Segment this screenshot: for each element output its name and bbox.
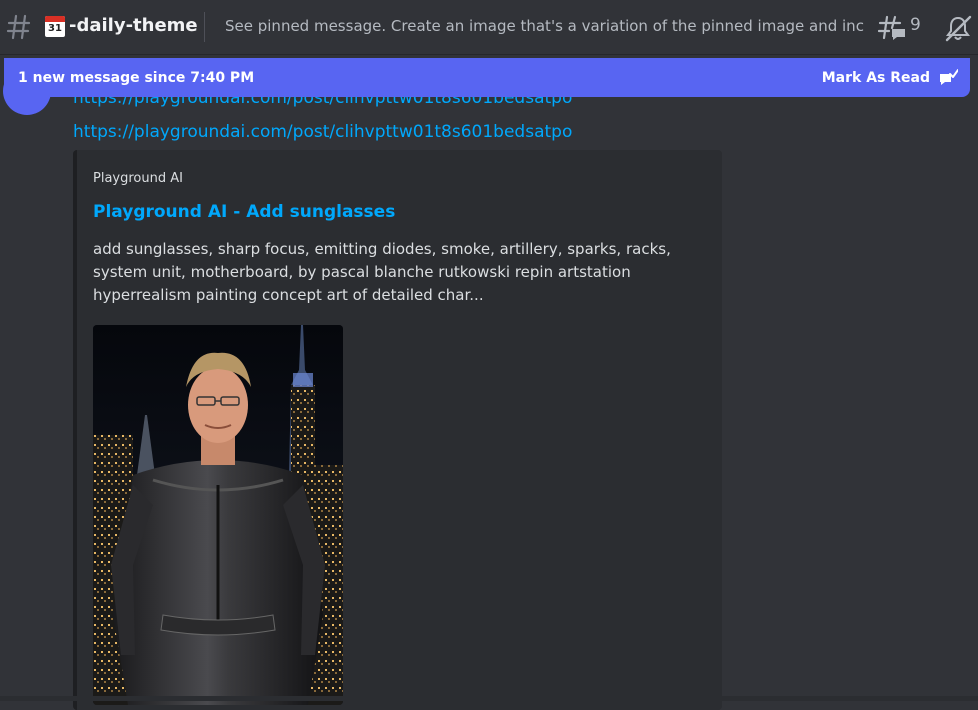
new-messages-text[interactable]: 1 new message since 7:40 PM xyxy=(18,70,254,86)
hashtag-icon xyxy=(6,14,31,40)
bottom-strip xyxy=(0,696,978,701)
channel-topic[interactable]: See pinned message. Create an image that… xyxy=(225,17,865,35)
channel-name: -daily-theme xyxy=(69,15,198,36)
threads-count[interactable]: 9 xyxy=(910,15,921,35)
embed-image[interactable] xyxy=(93,325,343,705)
embed-image-art xyxy=(93,325,343,705)
mute-bell-icon[interactable] xyxy=(944,14,972,42)
header-divider xyxy=(204,12,205,42)
embed-provider: Playground AI xyxy=(93,171,183,186)
link-embed: Playground AI Playground AI - Add sungla… xyxy=(73,150,722,710)
calendar-emoji-icon: 31 xyxy=(45,16,65,37)
mark-read-icon[interactable] xyxy=(938,68,958,88)
channel-header: 31 -daily-theme See pinned message. Crea… xyxy=(0,0,978,55)
embed-description: add sunglasses, sharp focus, emitting di… xyxy=(93,240,671,304)
embed-title[interactable]: Playground AI - Add sunglasses xyxy=(93,202,395,222)
threads-icon[interactable] xyxy=(878,14,908,42)
mark-as-read-label[interactable]: Mark As Read xyxy=(822,70,930,86)
new-messages-bar[interactable]: 1 new message since 7:40 PM Mark As Read xyxy=(4,58,970,97)
message-link[interactable]: https://playgroundai.com/post/clihvpttw0… xyxy=(73,122,572,142)
mark-as-read-button[interactable]: Mark As Read xyxy=(822,68,958,88)
